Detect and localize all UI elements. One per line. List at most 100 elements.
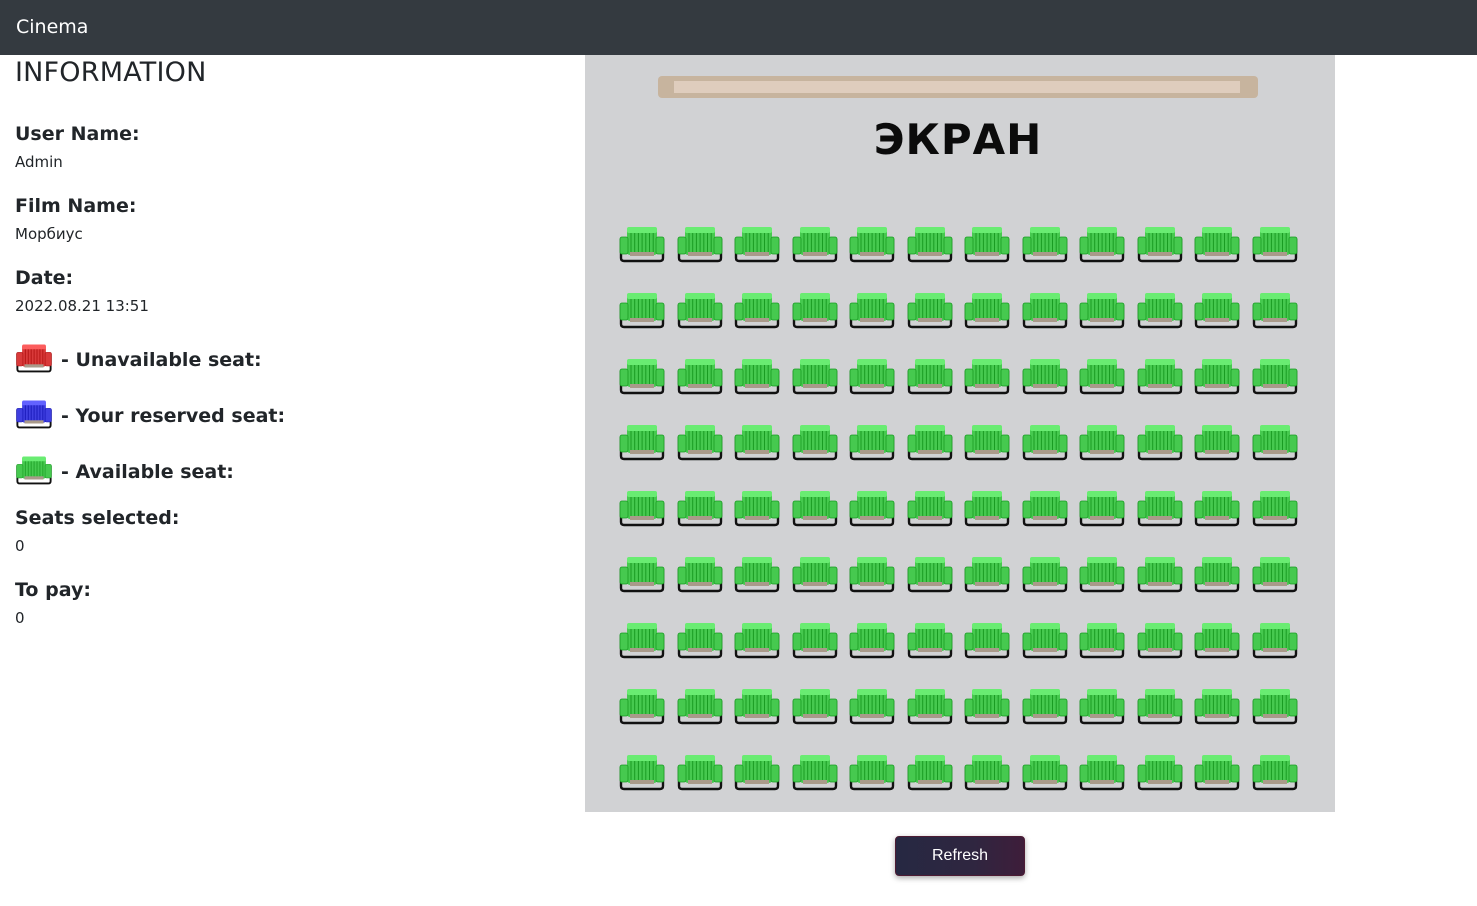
seat-button[interactable]	[1133, 547, 1191, 613]
seat-button[interactable]	[1075, 613, 1133, 679]
seat-button[interactable]	[1133, 613, 1191, 679]
seat-button[interactable]	[845, 547, 903, 613]
seat-button[interactable]	[1133, 217, 1191, 283]
seat-button[interactable]	[903, 349, 961, 415]
seat-button[interactable]	[1248, 415, 1306, 481]
seat-button[interactable]	[903, 613, 961, 679]
seat-button[interactable]	[615, 547, 673, 613]
seat-button[interactable]	[1248, 613, 1306, 679]
seat-button[interactable]	[960, 481, 1018, 547]
seat-button[interactable]	[615, 679, 673, 745]
seat-button[interactable]	[1248, 547, 1306, 613]
seat-button[interactable]	[845, 481, 903, 547]
seat-button[interactable]	[1018, 481, 1076, 547]
seat-button[interactable]	[673, 415, 731, 481]
seat-button[interactable]	[1248, 349, 1306, 415]
seat-button[interactable]	[730, 217, 788, 283]
seat-button[interactable]	[1018, 415, 1076, 481]
seat-button[interactable]	[1248, 679, 1306, 745]
seat-button[interactable]	[788, 349, 846, 415]
seat-button[interactable]	[673, 349, 731, 415]
seat-button[interactable]	[903, 745, 961, 811]
seat-button[interactable]	[1018, 613, 1076, 679]
seat-button[interactable]	[1190, 679, 1248, 745]
seat-button[interactable]	[788, 481, 846, 547]
seat-button[interactable]	[960, 679, 1018, 745]
seat-button[interactable]	[845, 745, 903, 811]
seat-button[interactable]	[903, 415, 961, 481]
seat-button[interactable]	[960, 745, 1018, 811]
seat-button[interactable]	[1190, 745, 1248, 811]
seat-button[interactable]	[845, 217, 903, 283]
seat-button[interactable]	[1248, 217, 1306, 283]
seat-button[interactable]	[845, 349, 903, 415]
seat-button[interactable]	[1133, 481, 1191, 547]
seat-button[interactable]	[615, 481, 673, 547]
seat-button[interactable]	[845, 613, 903, 679]
seat-button[interactable]	[1190, 349, 1248, 415]
seat-button[interactable]	[903, 481, 961, 547]
seat-button[interactable]	[673, 283, 731, 349]
brand-link[interactable]: Cinema	[16, 15, 88, 40]
seat-button[interactable]	[730, 613, 788, 679]
seat-button[interactable]	[730, 283, 788, 349]
seat-button[interactable]	[960, 415, 1018, 481]
seat-button[interactable]	[615, 349, 673, 415]
seat-button[interactable]	[960, 349, 1018, 415]
seat-button[interactable]	[1190, 217, 1248, 283]
seat-button[interactable]	[1190, 547, 1248, 613]
seat-button[interactable]	[730, 349, 788, 415]
seat-button[interactable]	[1018, 745, 1076, 811]
seat-button[interactable]	[903, 547, 961, 613]
seat-button[interactable]	[845, 679, 903, 745]
seat-button[interactable]	[960, 217, 1018, 283]
seat-button[interactable]	[673, 745, 731, 811]
seat-button[interactable]	[730, 415, 788, 481]
seat-button[interactable]	[1248, 283, 1306, 349]
seat-button[interactable]	[788, 745, 846, 811]
seat-button[interactable]	[845, 415, 903, 481]
seat-button[interactable]	[788, 217, 846, 283]
seat-button[interactable]	[615, 613, 673, 679]
seat-button[interactable]	[960, 613, 1018, 679]
seat-button[interactable]	[1075, 217, 1133, 283]
seat-button[interactable]	[1075, 481, 1133, 547]
seat-button[interactable]	[1248, 745, 1306, 811]
seat-button[interactable]	[673, 613, 731, 679]
seat-button[interactable]	[1075, 415, 1133, 481]
seat-button[interactable]	[903, 283, 961, 349]
seat-button[interactable]	[730, 679, 788, 745]
seat-button[interactable]	[1133, 415, 1191, 481]
seat-button[interactable]	[788, 547, 846, 613]
seat-button[interactable]	[1075, 679, 1133, 745]
seat-button[interactable]	[673, 547, 731, 613]
seat-button[interactable]	[1018, 547, 1076, 613]
seat-button[interactable]	[1133, 283, 1191, 349]
seat-button[interactable]	[1075, 745, 1133, 811]
seat-button[interactable]	[673, 217, 731, 283]
seat-button[interactable]	[1190, 283, 1248, 349]
seat-button[interactable]	[1075, 547, 1133, 613]
seat-button[interactable]	[730, 481, 788, 547]
seat-button[interactable]	[673, 481, 731, 547]
seat-button[interactable]	[1190, 415, 1248, 481]
seat-button[interactable]	[845, 283, 903, 349]
seat-button[interactable]	[960, 283, 1018, 349]
seat-button[interactable]	[1018, 283, 1076, 349]
refresh-button[interactable]: Refresh	[895, 836, 1025, 876]
seat-button[interactable]	[1190, 613, 1248, 679]
seat-button[interactable]	[1248, 481, 1306, 547]
seat-button[interactable]	[1075, 283, 1133, 349]
seat-button[interactable]	[1190, 481, 1248, 547]
seat-button[interactable]	[960, 547, 1018, 613]
seat-button[interactable]	[788, 613, 846, 679]
seat-button[interactable]	[1018, 679, 1076, 745]
seat-button[interactable]	[615, 283, 673, 349]
seat-button[interactable]	[903, 679, 961, 745]
seat-button[interactable]	[730, 547, 788, 613]
seat-button[interactable]	[673, 679, 731, 745]
seat-button[interactable]	[1133, 349, 1191, 415]
seat-button[interactable]	[1018, 349, 1076, 415]
seat-button[interactable]	[788, 679, 846, 745]
seat-button[interactable]	[615, 745, 673, 811]
